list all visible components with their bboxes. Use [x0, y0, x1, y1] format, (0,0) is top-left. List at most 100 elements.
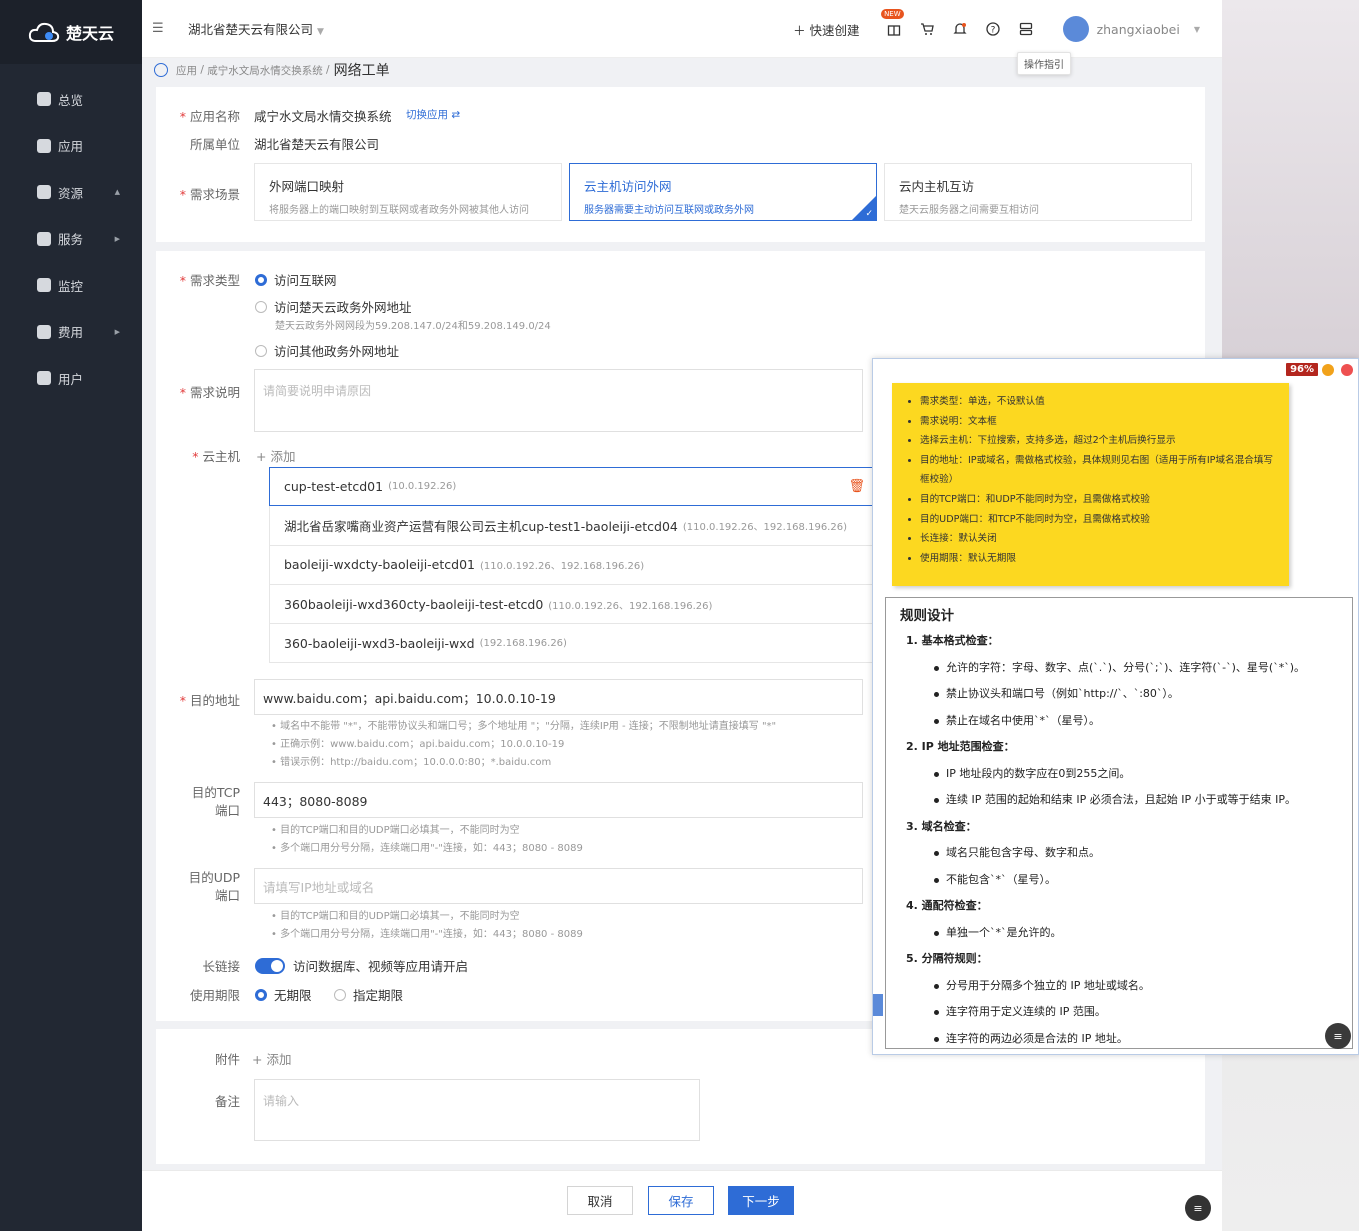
add-attachment-button[interactable]: + 添加: [252, 1049, 291, 1068]
udp-hints: • 目的TCP端口和目的UDP端口必填其一，不能同时为空 • 多个端口用分号分隔，…: [271, 911, 583, 940]
unit-label: 所属单位: [189, 137, 240, 152]
rules-list: 1. 基本格式检查： 允许的字符：字母、数字、点(`.`)、分号(`;`)、连字符…: [900, 628, 1352, 1048]
chat-float-icon[interactable]: ≡: [1325, 1023, 1351, 1049]
rule-section-title: 3. 域名检查：: [906, 819, 977, 833]
scene-option-host-internet[interactable]: 云主机访问外网 服务器需要主动访问互联网或政务外网 ✓: [569, 163, 877, 221]
udp-port-input[interactable]: 请填写IP地址或域名: [254, 868, 863, 904]
quick-create-button[interactable]: ＋ 快速创建: [793, 20, 860, 39]
keepalive-toggle[interactable]: 访问数据库、视频等应用请开启: [255, 956, 468, 975]
rule-item: 分号用于分隔多个独立的 IP 地址或域名。: [900, 973, 1352, 1000]
sidebar-item-1[interactable]: 应用: [0, 123, 142, 170]
host-item[interactable]: 360baoleiji-wxd360cty-baoleiji-test-etcd…: [269, 584, 878, 625]
sticky-note: 需求类型：单选，不设默认值需求说明：文本框选择云主机：下拉搜索，支持多选，超过2…: [892, 383, 1289, 586]
close-icon[interactable]: [1341, 364, 1353, 376]
host-item[interactable]: 湖北省岳家嘴商业资产运营有限公司云主机cup-test1-baoleiji-et…: [269, 506, 878, 546]
period-option-unlimited[interactable]: 无期限: [255, 985, 312, 1004]
radio-checked-icon: [255, 988, 267, 1001]
keepalive-label: 长链接: [202, 959, 240, 974]
menu-collapse-icon[interactable]: ☰: [152, 21, 170, 36]
desc-textarea[interactable]: 请简要说明申请原因: [254, 369, 863, 432]
sidebar: 楚天云 总览应用 资源 ▲ 服务 ▶ 监控 费用 ▶ 用户: [0, 0, 142, 1231]
pin-icon[interactable]: [1322, 364, 1334, 376]
scene-title: 外网端口映射: [269, 179, 345, 194]
chat-float-icon[interactable]: ≡: [1185, 1195, 1211, 1221]
sidebar-item-6[interactable]: 用户: [0, 355, 142, 402]
chevron-down-icon: ▼: [317, 27, 324, 37]
avatar[interactable]: [1062, 16, 1089, 42]
host-item[interactable]: cup-test-etcd01 (10.0.192.26) 🗑: [269, 467, 878, 507]
chevron-icon: ▲: [114, 188, 120, 197]
brand-logo[interactable]: 楚天云: [0, 0, 142, 64]
type-option-gov-other[interactable]: 访问其他政务外网地址: [255, 341, 399, 360]
add-host-button[interactable]: + 添加: [256, 446, 295, 465]
scene-option-port-mapping[interactable]: 外网端口映射将服务器上的端口映射到互联网或者政务外网被其他人访问: [254, 163, 562, 221]
sidebar-item-5[interactable]: 费用 ▶: [0, 309, 142, 356]
desc-label: * 需求说明: [179, 385, 240, 400]
org-name: 湖北省楚天云有限公司: [188, 22, 314, 37]
period-option-specified[interactable]: 指定期限: [334, 985, 403, 1004]
tcp-port-input[interactable]: 443；8080-8089: [254, 782, 863, 818]
rule-section-title: 5. 分隔符规则：: [906, 952, 988, 965]
annotation-overlay: 96% 需求类型：单选，不设默认值需求说明：文本框选择云主机：下拉搜索，支持多选…: [872, 358, 1359, 1055]
host-ip: (110.0.192.26、192.168.196.26): [682, 521, 847, 533]
chevron-down-icon[interactable]: ▼: [1194, 25, 1200, 34]
chevron-icon: ▶: [114, 234, 120, 243]
note-item: 选择云主机：下拉搜索，支持多选，超过2个主机后换行显示: [920, 431, 1279, 451]
svg-text:?: ?: [991, 26, 996, 36]
note-item: 长连接：默认关闭: [920, 529, 1279, 549]
cloud-logo-icon: [28, 22, 60, 42]
sidebar-nav: 总览应用 资源 ▲ 服务 ▶ 监控 费用 ▶ 用户: [0, 64, 142, 402]
type-option-gov-ctyun[interactable]: 访问楚天云政务外网地址: [255, 297, 412, 316]
app-name: 咸宁水文局水情交换系统: [254, 109, 392, 124]
scene-title: 云内主机互访: [899, 179, 975, 194]
dest-address-input[interactable]: www.baidu.com；api.baidu.com；10.0.0.10-19: [254, 679, 863, 715]
rule-item: 禁止协议头和端口号（例如`http://`、`:80`）。: [900, 681, 1352, 708]
note-item: 需求类型：单选，不设默认值: [920, 392, 1279, 412]
guide-icon[interactable]: [1018, 21, 1034, 37]
top-bar-actions: ＋ 快速创建 NEW ? zhangxiaobei ▼: [793, 0, 1200, 58]
sidebar-item-label: 总览: [58, 92, 84, 108]
host-ip: (110.0.192.26、192.168.196.26): [548, 600, 713, 612]
network-icon: [37, 185, 51, 200]
back-icon[interactable]: [154, 63, 168, 77]
note-item: 目的TCP端口：和UDP不能同时为空，且需做格式校验: [920, 490, 1279, 510]
host-ip: (192.168.196.26): [479, 637, 567, 649]
next-button[interactable]: 下一步: [728, 1186, 794, 1215]
breadcrumb: 应用 / 咸宁水文局水情交换系统 / 网络工单: [154, 58, 390, 82]
host-name: cup-test-etcd01: [284, 479, 384, 495]
breadcrumb-app[interactable]: 咸宁水文局水情交换系统: [207, 63, 323, 78]
type-option-internet[interactable]: 访问互联网: [255, 270, 337, 289]
radio-icon: [255, 300, 267, 313]
trash-icon[interactable]: 🗑: [848, 479, 865, 494]
note-list: 需求类型：单选，不设默认值需求说明：文本框选择云主机：下拉搜索，支持多选，超过2…: [920, 392, 1279, 568]
gift-icon[interactable]: NEW: [881, 9, 904, 37]
scene-desc: 将服务器上的端口映射到互联网或者政务外网被其他人访问: [269, 205, 529, 216]
save-button[interactable]: 保存: [648, 1186, 714, 1215]
radio-icon: [334, 988, 346, 1001]
sidebar-item-0[interactable]: 总览: [0, 76, 142, 123]
new-badge: NEW: [881, 9, 904, 19]
app-name-label: * 应用名称: [179, 109, 240, 124]
scene-option-host-interconnect[interactable]: 云内主机互访 楚天云服务器之间需要互相访问: [884, 163, 1192, 221]
type-option-hint: 楚天云政务外网网段为59.208.147.0/24和59.208.149.0/2…: [275, 321, 551, 332]
breadcrumb-root[interactable]: 应用: [176, 63, 197, 78]
dest-label: * 目的地址: [179, 693, 240, 708]
remark-textarea[interactable]: 请输入: [254, 1079, 700, 1141]
bell-icon[interactable]: [952, 21, 968, 37]
host-item[interactable]: baoleiji-wxdcty-baoleiji-etcd01 (110.0.19…: [269, 545, 878, 585]
attach-label: 附件: [214, 1052, 240, 1067]
sidebar-item-2[interactable]: 资源 ▲: [0, 169, 142, 216]
switch-app-link[interactable]: 切换应用 ⇄: [406, 107, 460, 122]
sidebar-item-3[interactable]: 服务 ▶: [0, 216, 142, 263]
dest-hints: • 域名中不能带 "*"，不能带协议头和端口号；多个地址用 "；"分隔，连续IP…: [271, 721, 777, 768]
org-selector[interactable]: 湖北省楚天云有限公司 ▼: [188, 19, 324, 38]
username[interactable]: zhangxiaobei: [1097, 22, 1180, 37]
sidebar-item-4[interactable]: 监控: [0, 262, 142, 309]
cart-icon[interactable]: [919, 21, 935, 37]
host-item[interactable]: 360-baoleiji-wxd3-baoleiji-wxd (192.168.1…: [269, 624, 878, 664]
help-icon[interactable]: ?: [985, 21, 1001, 37]
toggle-on-icon: [255, 957, 285, 974]
rule-section-title: 4. 通配符检查：: [906, 899, 988, 912]
quick-create-label: 快速创建: [809, 22, 860, 38]
cancel-button[interactable]: 取消: [567, 1186, 633, 1215]
